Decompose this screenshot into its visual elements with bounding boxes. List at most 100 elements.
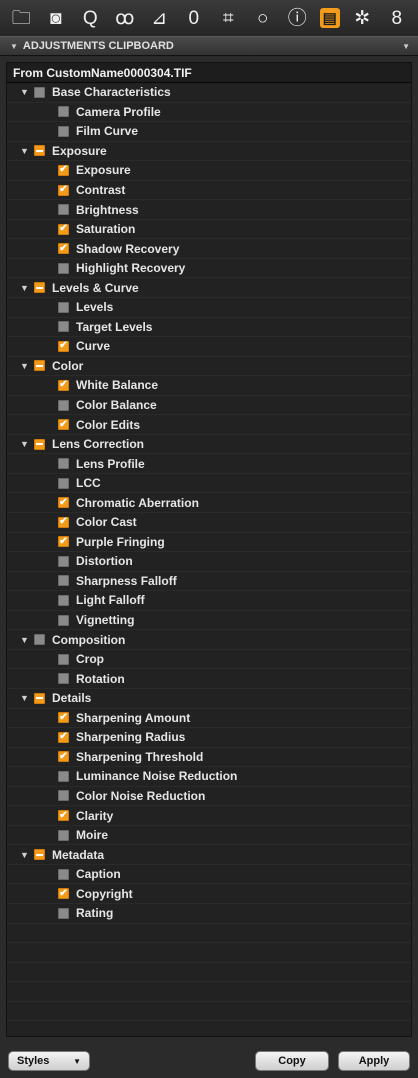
item-checkbox[interactable]: ✔ <box>58 810 69 821</box>
item-row-shadow-recovery[interactable]: ✔ Shadow Recovery <box>7 239 411 259</box>
item-row-crop[interactable]: Crop <box>7 650 411 670</box>
item-row-color-noise-reduction[interactable]: Color Noise Reduction <box>7 787 411 807</box>
search-q-icon[interactable]: Q <box>78 6 102 30</box>
adjustments-clipboard-header[interactable]: ▼ ADJUSTMENTS CLIPBOARD ▼ <box>0 36 418 56</box>
item-row-lcc[interactable]: LCC <box>7 474 411 494</box>
item-row-levels[interactable]: Levels <box>7 298 411 318</box>
lens-icon[interactable]: 0 <box>182 6 206 30</box>
item-checkbox[interactable] <box>58 321 69 333</box>
item-checkbox[interactable] <box>58 614 69 626</box>
item-checkbox[interactable]: ✔ <box>58 497 69 509</box>
collapse-triangle-icon[interactable]: ▼ <box>10 42 18 51</box>
item-checkbox[interactable] <box>58 653 69 665</box>
settings-icon[interactable]: ✲ <box>350 6 374 30</box>
group-row-details[interactable]: ▼ Details <box>7 689 411 709</box>
styles-dropdown[interactable]: Styles ▼ <box>8 1051 90 1071</box>
item-row-chromatic-aberration[interactable]: ✔ Chromatic Aberration <box>7 493 411 514</box>
group-row-base-characteristics[interactable]: ▼ Base Characteristics <box>7 83 411 103</box>
disclosure-triangle-icon[interactable]: ▼ <box>20 87 32 97</box>
item-checkbox[interactable]: ✔ <box>58 888 69 900</box>
item-row-sharpening-amount[interactable]: ✔ Sharpening Amount <box>7 709 411 729</box>
item-checkbox[interactable] <box>58 106 69 118</box>
item-checkbox[interactable]: ✔ <box>58 164 69 176</box>
item-row-sharpening-threshold[interactable]: ✔ Sharpening Threshold <box>7 748 411 768</box>
adjustments-icon[interactable]: ▤ <box>319 8 340 28</box>
batch-icon[interactable]: 8 <box>385 6 409 30</box>
item-row-distortion[interactable]: Distortion <box>7 552 411 572</box>
item-row-white-balance[interactable]: ✔ White Balance <box>7 376 411 396</box>
item-row-sharpness-falloff[interactable]: Sharpness Falloff <box>7 572 411 592</box>
item-row-exposure[interactable]: ✔ Exposure <box>7 161 411 181</box>
copy-button[interactable]: Copy <box>255 1051 329 1071</box>
item-checkbox[interactable] <box>58 770 69 782</box>
item-row-rating[interactable]: Rating <box>7 904 411 924</box>
item-checkbox[interactable]: ✔ <box>58 243 69 255</box>
disclosure-triangle-icon[interactable]: ▼ <box>20 283 32 293</box>
item-checkbox[interactable]: ✔ <box>58 536 69 548</box>
item-row-film-curve[interactable]: Film Curve <box>7 122 411 142</box>
disclosure-triangle-icon[interactable]: ▼ <box>20 693 32 703</box>
group-row-composition[interactable]: ▼ Composition <box>7 630 411 650</box>
item-checkbox[interactable] <box>58 790 69 802</box>
crop-icon[interactable]: ⌗ <box>216 6 240 30</box>
item-checkbox[interactable] <box>58 301 69 313</box>
item-checkbox[interactable] <box>58 477 69 489</box>
item-checkbox[interactable] <box>58 673 69 685</box>
exposure-triangle-icon[interactable]: ⊿ <box>147 6 171 30</box>
info-icon[interactable]: ⓘ <box>285 6 309 30</box>
item-checkbox[interactable]: ✔ <box>58 712 69 724</box>
item-checkbox[interactable] <box>58 575 69 587</box>
item-checkbox[interactable]: ✔ <box>58 184 69 196</box>
group-checkbox[interactable] <box>34 86 45 98</box>
item-row-caption[interactable]: Caption <box>7 865 411 885</box>
item-checkbox[interactable] <box>58 262 69 274</box>
item-checkbox[interactable] <box>58 594 69 606</box>
item-checkbox[interactable] <box>58 125 69 137</box>
item-row-contrast[interactable]: ✔ Contrast <box>7 181 411 201</box>
item-row-saturation[interactable]: ✔ Saturation <box>7 220 411 240</box>
item-row-highlight-recovery[interactable]: Highlight Recovery <box>7 259 411 279</box>
group-row-exposure[interactable]: ▼ Exposure <box>7 142 411 162</box>
group-row-lens-correction[interactable]: ▼ Lens Correction <box>7 435 411 455</box>
group-row-color[interactable]: ▼ Color <box>7 357 411 377</box>
item-row-lens-profile[interactable]: Lens Profile <box>7 454 411 474</box>
item-checkbox[interactable]: ✔ <box>58 516 69 528</box>
item-checkbox[interactable]: ✔ <box>58 419 69 431</box>
item-checkbox[interactable] <box>58 555 69 567</box>
disclosure-triangle-icon[interactable]: ▼ <box>20 850 32 860</box>
group-checkbox[interactable] <box>34 145 45 157</box>
item-checkbox[interactable] <box>58 458 69 470</box>
group-row-metadata[interactable]: ▼ Metadata <box>7 845 411 865</box>
item-row-purple-fringing[interactable]: ✔ Purple Fringing <box>7 533 411 553</box>
item-checkbox[interactable]: ✔ <box>58 751 69 763</box>
item-checkbox[interactable] <box>58 829 69 841</box>
item-checkbox[interactable]: ✔ <box>58 223 69 235</box>
item-checkbox[interactable]: ✔ <box>58 340 69 352</box>
item-checkbox[interactable] <box>58 907 69 919</box>
disclosure-triangle-icon[interactable]: ▼ <box>20 439 32 449</box>
item-checkbox[interactable]: ✔ <box>58 379 69 391</box>
item-row-curve[interactable]: ✔ Curve <box>7 337 411 357</box>
item-row-luminance-noise-reduction[interactable]: Luminance Noise Reduction <box>7 767 411 787</box>
apply-button[interactable]: Apply <box>338 1051 410 1071</box>
group-checkbox[interactable] <box>34 360 45 372</box>
item-checkbox[interactable] <box>58 204 69 216</box>
item-row-moire[interactable]: Moire <box>7 826 411 846</box>
item-row-color-balance[interactable]: Color Balance <box>7 396 411 416</box>
item-row-sharpening-radius[interactable]: ✔ Sharpening Radius <box>7 728 411 748</box>
item-checkbox[interactable] <box>58 868 69 880</box>
group-checkbox[interactable] <box>34 438 45 450</box>
disclosure-triangle-icon[interactable]: ▼ <box>20 361 32 371</box>
item-row-clarity[interactable]: ✔ Clarity <box>7 806 411 826</box>
section-menu-icon[interactable]: ▼ <box>402 42 410 51</box>
item-row-light-falloff[interactable]: Light Falloff <box>7 591 411 611</box>
group-checkbox[interactable] <box>34 692 45 704</box>
item-row-color-edits[interactable]: ✔ Color Edits <box>7 415 411 435</box>
color-circles-icon[interactable]: ꝏ <box>113 6 137 30</box>
item-row-target-levels[interactable]: Target Levels <box>7 318 411 338</box>
item-checkbox[interactable] <box>58 399 69 411</box>
group-checkbox[interactable] <box>34 849 45 861</box>
disclosure-triangle-icon[interactable]: ▼ <box>20 635 32 645</box>
item-row-vignetting[interactable]: Vignetting <box>7 611 411 631</box>
group-checkbox[interactable] <box>34 282 45 294</box>
